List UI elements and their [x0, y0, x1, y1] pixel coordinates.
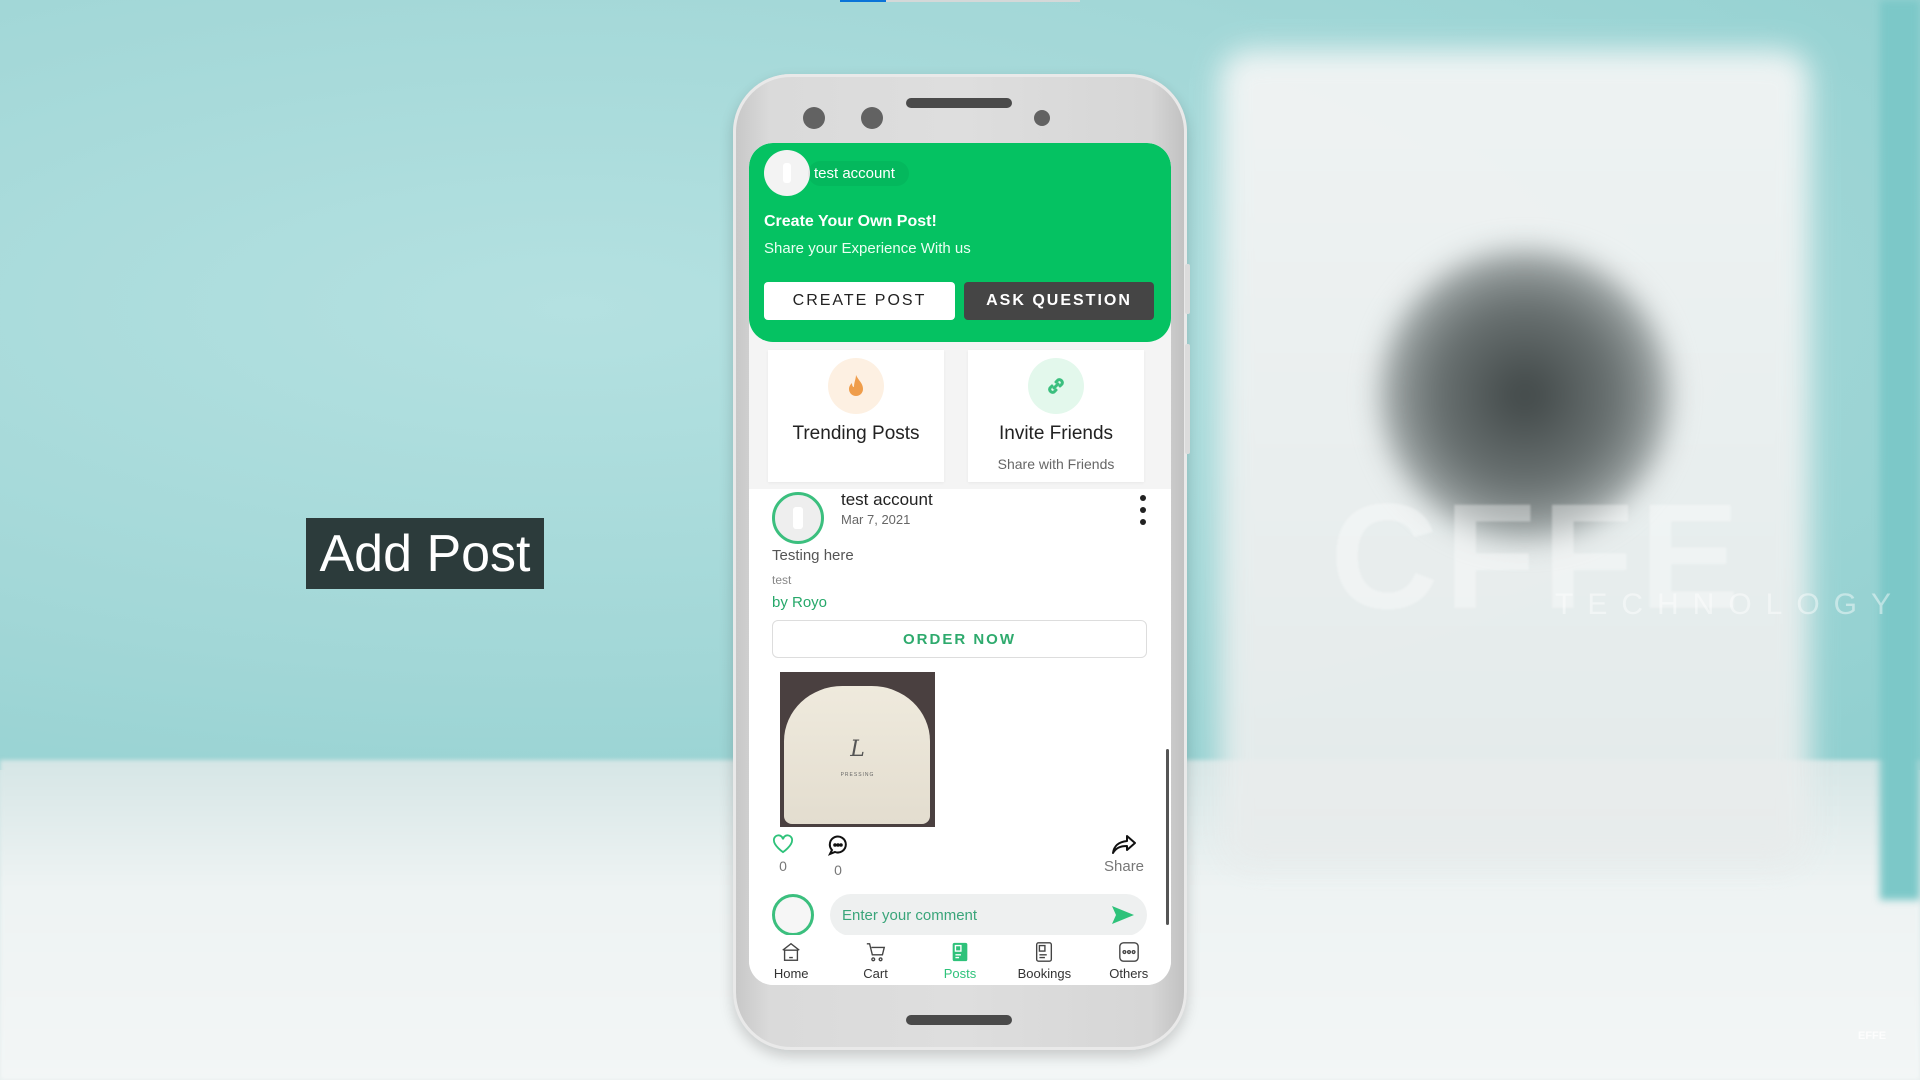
caption-label: Add Post	[306, 518, 544, 589]
user-avatar	[764, 150, 810, 196]
comment-input[interactable]	[830, 894, 1147, 936]
video-progress-bar	[840, 0, 1080, 2]
home-icon	[782, 942, 800, 961]
phone-mockup: test account Create Your Own Post! Share…	[733, 74, 1190, 1050]
link-icon	[1028, 358, 1084, 414]
phone-bottom-speaker	[906, 1015, 1012, 1025]
user-name: test account	[808, 160, 909, 186]
nav-label: Bookings	[1017, 966, 1072, 981]
nav-others[interactable]: Others	[1087, 935, 1171, 985]
phone-volume-button	[1185, 344, 1190, 454]
phone-sensor	[861, 107, 883, 129]
post-body: test	[772, 573, 792, 587]
order-now-button[interactable]: ORDER NOW	[772, 620, 1147, 658]
comment-action[interactable]: 0	[826, 834, 850, 878]
image-logo: L	[850, 737, 865, 762]
nav-home[interactable]: Home	[749, 935, 833, 985]
invite-friends-card[interactable]: Invite Friends Share with Friends	[968, 350, 1144, 482]
image-brand: PRESSING	[840, 772, 875, 778]
trending-posts-card[interactable]: Trending Posts	[768, 350, 944, 482]
card-title: Trending Posts	[792, 423, 920, 444]
comment-count: 0	[834, 862, 842, 878]
nav-label: Home	[773, 966, 809, 981]
more-options-icon[interactable]	[1137, 495, 1149, 525]
share-label: Share	[1104, 858, 1145, 875]
watermark-subtitle: TECHNOLOGY	[1555, 588, 1906, 621]
cart-icon	[866, 943, 885, 962]
video-progress-fill	[840, 0, 886, 2]
create-post-banner: test account Create Your Own Post! Share…	[749, 143, 1171, 342]
ask-question-button[interactable]: ASK QUESTION	[964, 282, 1154, 320]
bottom-navigation: Home Cart Posts Bookings Others	[749, 935, 1171, 985]
app-screen: test account Create Your Own Post! Share…	[749, 143, 1171, 985]
banner-title: Create Your Own Post!	[764, 213, 937, 230]
like-count: 0	[779, 858, 787, 874]
fire-icon	[828, 358, 884, 414]
post-date: Mar 7, 2021	[841, 512, 911, 527]
comment-icon	[827, 835, 847, 856]
background-edge	[1880, 0, 1920, 900]
nav-label: Cart	[863, 966, 888, 981]
post-image[interactable]: L PRESSING	[780, 672, 935, 827]
send-icon[interactable]	[1111, 905, 1135, 925]
share-icon	[1112, 835, 1137, 854]
create-post-button[interactable]: CREATE POST	[764, 282, 955, 320]
heart-icon	[773, 834, 793, 854]
phone-camera	[803, 107, 825, 129]
phone-side-button	[1185, 264, 1190, 314]
corner-watermark: EFFE	[1858, 1030, 1887, 1042]
post-author[interactable]: test account	[841, 490, 933, 510]
post-item: test account Mar 7, 2021 Testing here te…	[749, 489, 1171, 939]
banner-subtitle: Share your Experience With us	[764, 240, 971, 257]
nav-label: Posts	[943, 966, 977, 981]
card-title: Invite Friends	[998, 423, 1114, 444]
person-icon	[793, 507, 803, 529]
scrollbar[interactable]	[1166, 749, 1169, 925]
phone-proximity-sensor	[1034, 110, 1050, 126]
person-icon	[783, 163, 791, 183]
card-subtitle: Share with Friends	[997, 456, 1115, 472]
post-vendor-link[interactable]: by Royo	[772, 594, 827, 611]
like-action[interactable]: 0	[772, 834, 794, 874]
post-author-avatar[interactable]	[772, 492, 824, 544]
current-user[interactable]: test account	[764, 150, 909, 196]
others-icon	[1118, 942, 1139, 962]
share-action[interactable]: Share	[1104, 834, 1144, 875]
comment-row	[749, 894, 1171, 939]
nav-label: Others	[1109, 966, 1149, 981]
posts-icon	[952, 942, 968, 962]
nav-bookings[interactable]: Bookings	[1002, 935, 1086, 985]
phone-earpiece	[906, 98, 1012, 108]
commenter-avatar	[772, 894, 814, 936]
bookings-icon	[1036, 942, 1053, 962]
post-title: Testing here	[772, 547, 854, 564]
nav-cart[interactable]: Cart	[834, 935, 918, 985]
nav-posts[interactable]: Posts	[918, 935, 1002, 985]
